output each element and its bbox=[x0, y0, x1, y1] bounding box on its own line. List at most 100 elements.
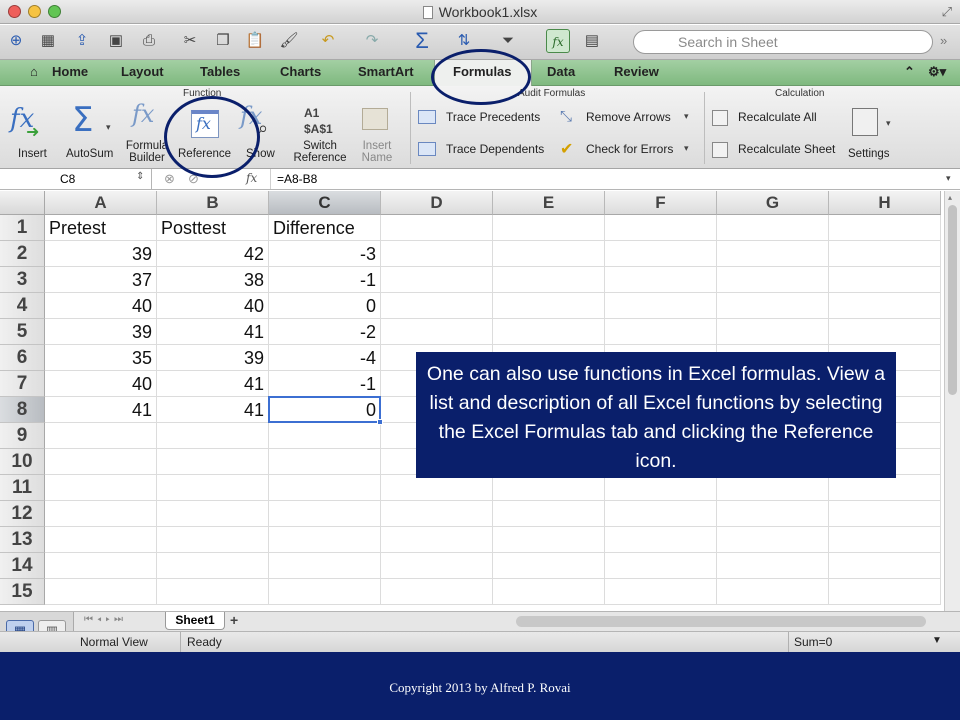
cell-b14[interactable] bbox=[157, 553, 269, 579]
cell-c2[interactable]: -3 bbox=[269, 241, 381, 267]
row-header-8[interactable]: 8 bbox=[0, 397, 45, 423]
tab-tables[interactable]: Tables bbox=[200, 64, 240, 79]
copy-icon[interactable]: ❐ bbox=[211, 29, 235, 53]
row-header-9[interactable]: 9 bbox=[0, 423, 45, 449]
row-header-14[interactable]: 14 bbox=[0, 553, 45, 579]
cell-h2[interactable] bbox=[829, 241, 941, 267]
cell-b4[interactable]: 40 bbox=[157, 293, 269, 319]
row-header-7[interactable]: 7 bbox=[0, 371, 45, 397]
recalculate-all-button[interactable]: Recalculate All bbox=[712, 108, 837, 128]
cell-h5[interactable] bbox=[829, 319, 941, 345]
cancel-icon[interactable]: ⊗ bbox=[164, 171, 175, 187]
cell-a11[interactable] bbox=[45, 475, 157, 501]
cell-f1[interactable] bbox=[605, 215, 717, 241]
tab-home[interactable]: Home bbox=[52, 64, 88, 79]
cell-e4[interactable] bbox=[493, 293, 605, 319]
check-errors-button[interactable]: ✔ Check for Errors ▾ bbox=[560, 140, 700, 160]
insert-function-button[interactable]: fx ➜ Insert bbox=[6, 100, 58, 164]
filter-icon[interactable]: ⏷ bbox=[496, 29, 520, 53]
cell-c11[interactable] bbox=[269, 475, 381, 501]
tab-data[interactable]: Data bbox=[547, 64, 575, 79]
fx-label[interactable]: fx bbox=[246, 171, 257, 185]
cell-a13[interactable] bbox=[45, 527, 157, 553]
row-header-1[interactable]: 1 bbox=[0, 215, 45, 241]
cell-b13[interactable] bbox=[157, 527, 269, 553]
cell-b6[interactable]: 39 bbox=[157, 345, 269, 371]
column-header-g[interactable]: G bbox=[717, 191, 829, 215]
cell-h14[interactable] bbox=[829, 553, 941, 579]
cell-a6[interactable]: 35 bbox=[45, 345, 157, 371]
cell-h13[interactable] bbox=[829, 527, 941, 553]
cell-c10[interactable] bbox=[269, 449, 381, 475]
cell-g14[interactable] bbox=[717, 553, 829, 579]
open-icon[interactable]: ⇪ bbox=[70, 29, 94, 53]
search-input[interactable]: Search in Sheet bbox=[633, 30, 933, 54]
column-header-e[interactable]: E bbox=[493, 191, 605, 215]
cell-d11[interactable] bbox=[381, 475, 493, 501]
cell-b11[interactable] bbox=[157, 475, 269, 501]
sum-dropdown-icon[interactable]: ▼ bbox=[932, 635, 942, 646]
row-header-5[interactable]: 5 bbox=[0, 319, 45, 345]
cell-e14[interactable] bbox=[493, 553, 605, 579]
remove-arrows-button[interactable]: ⤡ Remove Arrows ▾ bbox=[560, 108, 700, 128]
cell-h3[interactable] bbox=[829, 267, 941, 293]
autosum-button[interactable]: Σ ▾ AutoSum bbox=[62, 100, 120, 164]
column-header-d[interactable]: D bbox=[381, 191, 493, 215]
cell-d12[interactable] bbox=[381, 501, 493, 527]
cell-b5[interactable]: 41 bbox=[157, 319, 269, 345]
row-header-11[interactable]: 11 bbox=[0, 475, 45, 501]
sum-readout[interactable]: Sum=0 bbox=[794, 635, 832, 649]
cell-e1[interactable] bbox=[493, 215, 605, 241]
cell-e13[interactable] bbox=[493, 527, 605, 553]
cell-b9[interactable] bbox=[157, 423, 269, 449]
cell-a3[interactable]: 37 bbox=[45, 267, 157, 293]
cell-d4[interactable] bbox=[381, 293, 493, 319]
formula-builder-toolbar-icon[interactable]: fx bbox=[546, 29, 570, 53]
cell-a2[interactable]: 39 bbox=[45, 241, 157, 267]
cell-e3[interactable] bbox=[493, 267, 605, 293]
cell-c4[interactable]: 0 bbox=[269, 293, 381, 319]
cell-g4[interactable] bbox=[717, 293, 829, 319]
row-header-15[interactable]: 15 bbox=[0, 579, 45, 605]
cell-c12[interactable] bbox=[269, 501, 381, 527]
row-header-12[interactable]: 12 bbox=[0, 501, 45, 527]
cell-c13[interactable] bbox=[269, 527, 381, 553]
row-header-2[interactable]: 2 bbox=[0, 241, 45, 267]
print-icon[interactable]: ⎙ bbox=[137, 29, 161, 53]
cell-e2[interactable] bbox=[493, 241, 605, 267]
column-header-c[interactable]: C bbox=[269, 191, 381, 215]
cell-a14[interactable] bbox=[45, 553, 157, 579]
collapse-ribbon-icon[interactable]: ⌃ bbox=[904, 64, 915, 80]
column-header-b[interactable]: B bbox=[157, 191, 269, 215]
tab-smartart[interactable]: SmartArt bbox=[358, 64, 414, 79]
vertical-scroll-thumb[interactable] bbox=[948, 205, 957, 395]
cell-c1[interactable]: Difference bbox=[269, 215, 381, 241]
cell-f13[interactable] bbox=[605, 527, 717, 553]
cell-g3[interactable] bbox=[717, 267, 829, 293]
row-header-3[interactable]: 3 bbox=[0, 267, 45, 293]
toolbox-icon[interactable]: ▤ bbox=[580, 29, 604, 53]
cell-c7[interactable]: -1 bbox=[269, 371, 381, 397]
cell-g5[interactable] bbox=[717, 319, 829, 345]
insert-name-button[interactable]: Insert Name bbox=[354, 100, 400, 166]
cell-f14[interactable] bbox=[605, 553, 717, 579]
select-all-corner[interactable] bbox=[0, 191, 45, 215]
cell-g13[interactable] bbox=[717, 527, 829, 553]
cell-a7[interactable]: 40 bbox=[45, 371, 157, 397]
sheet-tab-sheet1[interactable]: Sheet1 bbox=[165, 612, 225, 630]
cell-b3[interactable]: 38 bbox=[157, 267, 269, 293]
templates-icon[interactable]: ▦ bbox=[36, 29, 60, 53]
cell-a15[interactable] bbox=[45, 579, 157, 605]
cell-b1[interactable]: Posttest bbox=[157, 215, 269, 241]
cell-h4[interactable] bbox=[829, 293, 941, 319]
cell-g2[interactable] bbox=[717, 241, 829, 267]
cell-f2[interactable] bbox=[605, 241, 717, 267]
trace-dependents-button[interactable]: Trace Dependents bbox=[418, 140, 553, 160]
cell-a9[interactable] bbox=[45, 423, 157, 449]
sheet-navigation-icon[interactable]: ⏮◂▸⏭ bbox=[84, 614, 127, 625]
tab-charts[interactable]: Charts bbox=[280, 64, 321, 79]
cell-c5[interactable]: -2 bbox=[269, 319, 381, 345]
fill-handle[interactable] bbox=[377, 419, 383, 425]
cell-d2[interactable] bbox=[381, 241, 493, 267]
column-header-f[interactable]: F bbox=[605, 191, 717, 215]
